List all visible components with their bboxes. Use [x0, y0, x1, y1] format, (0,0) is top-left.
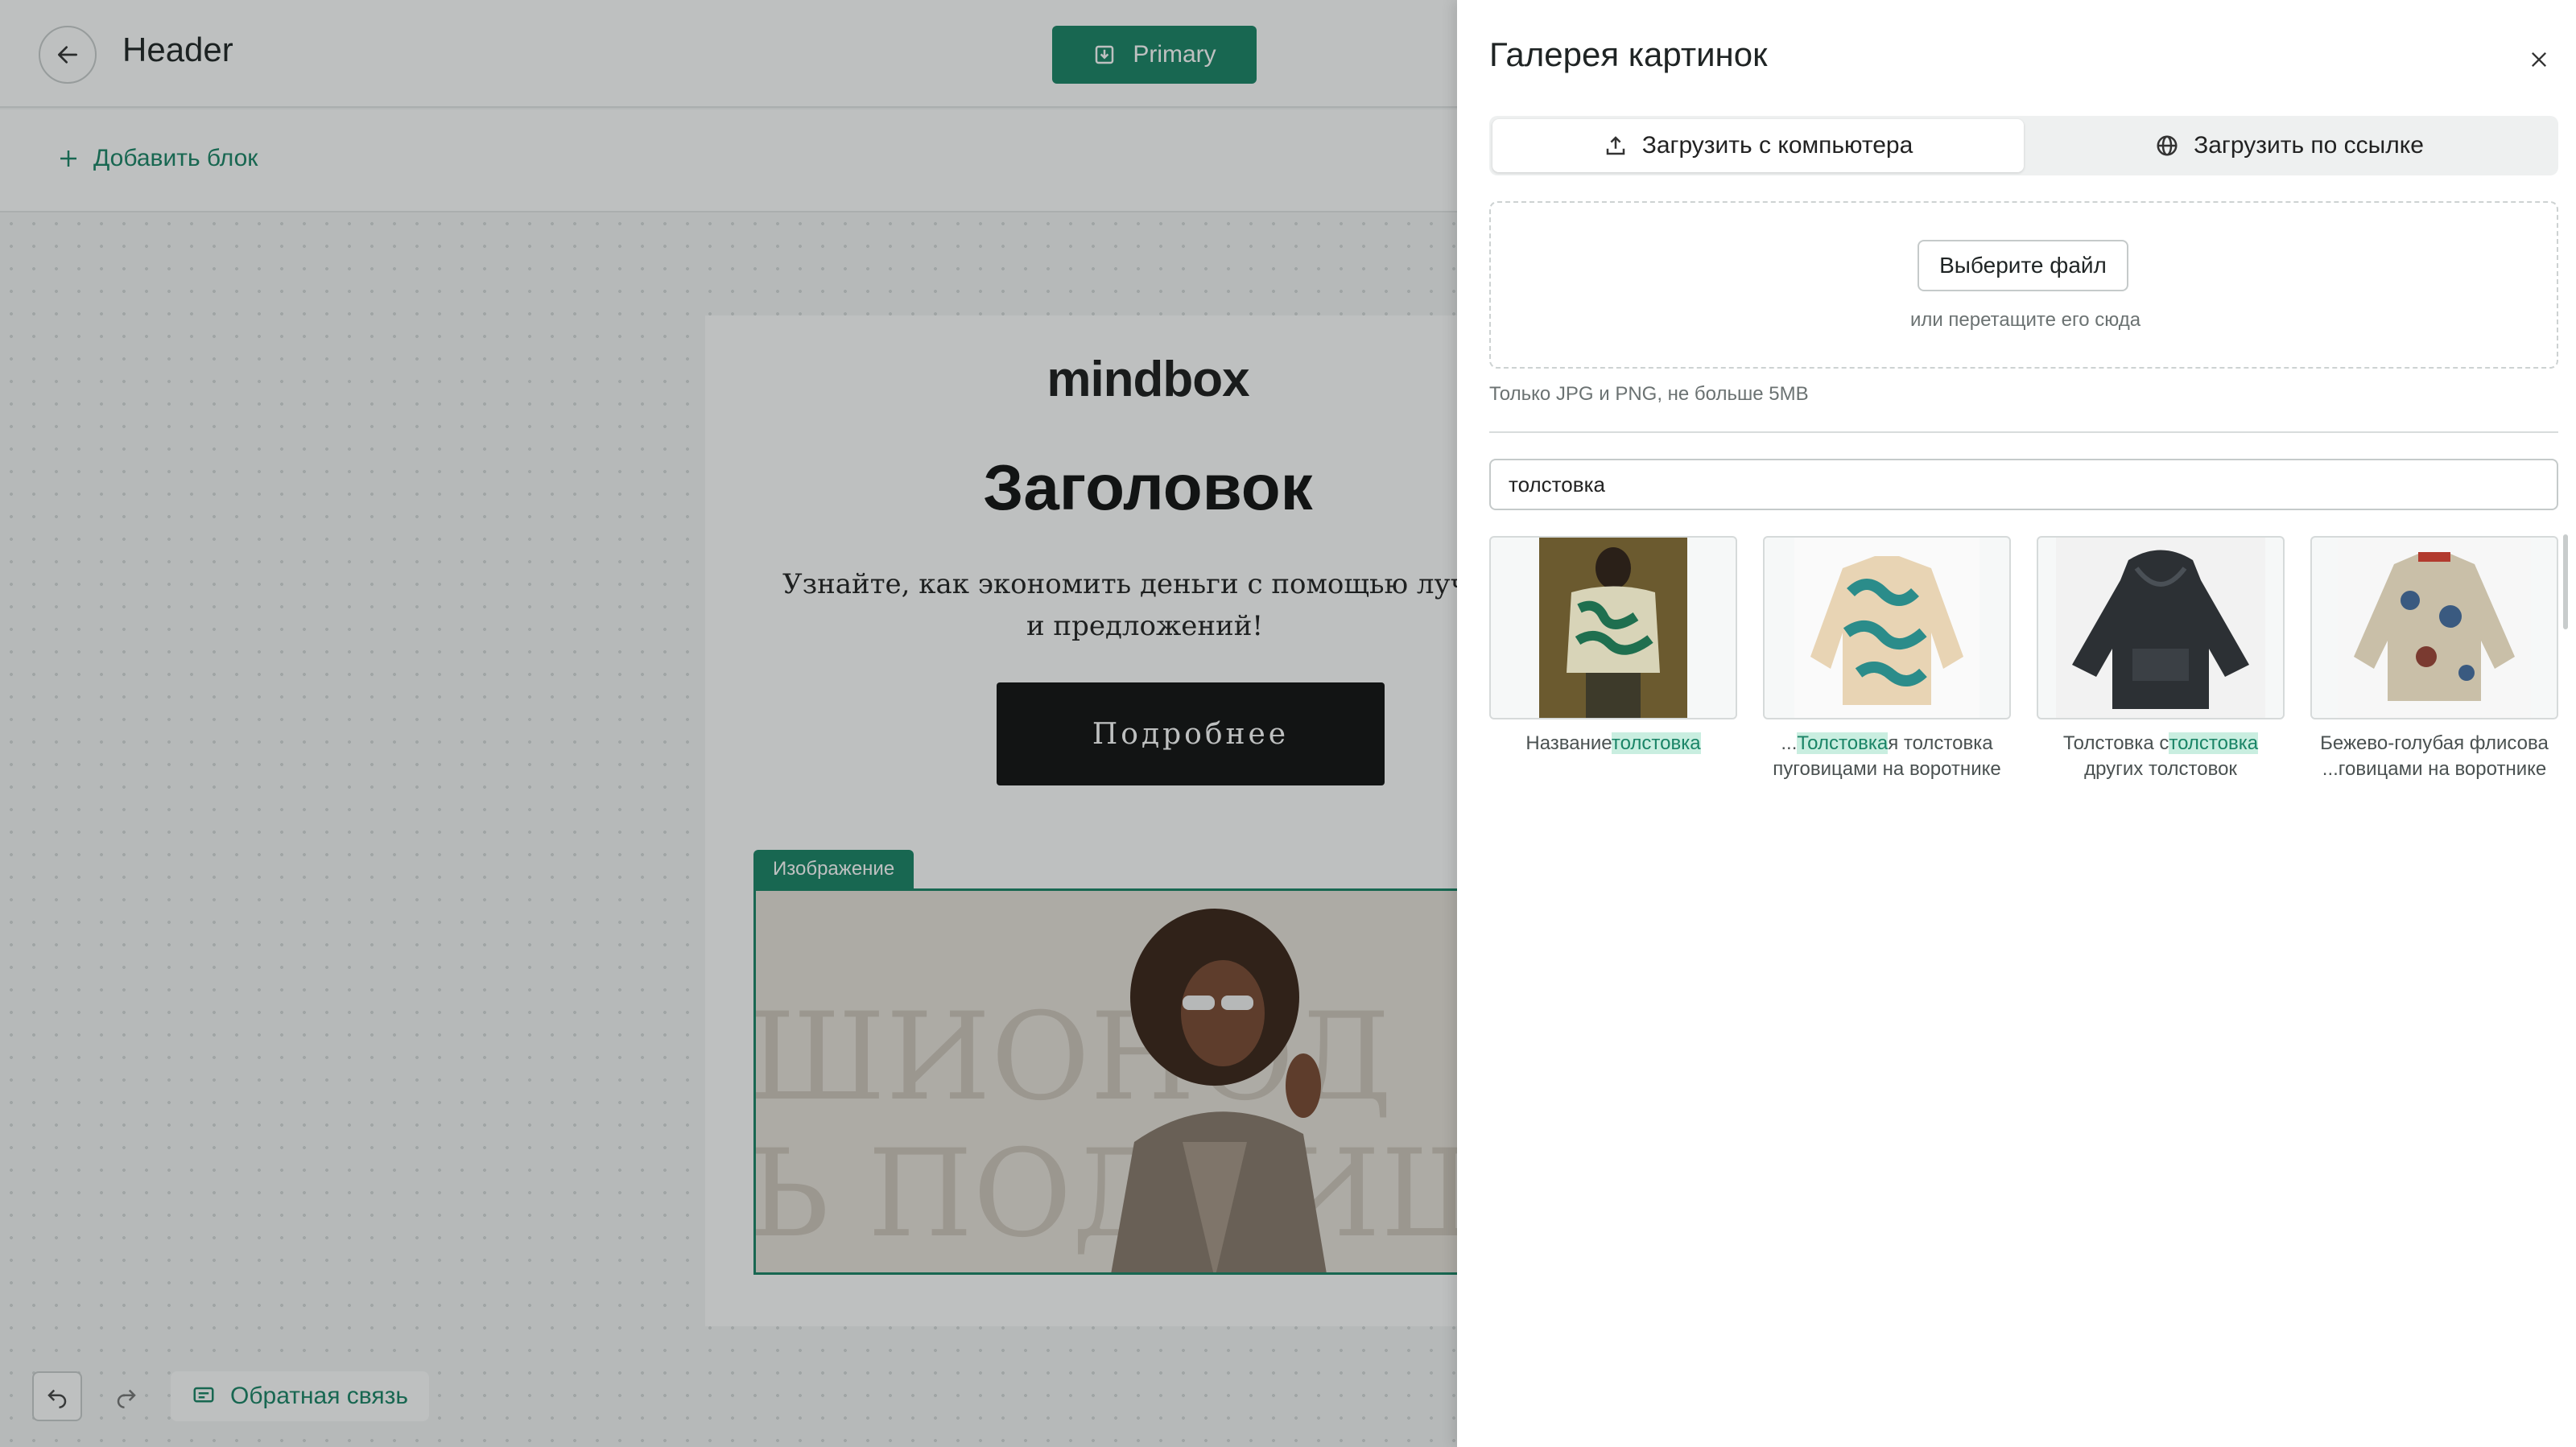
image-grid: Названиетолстовка ...Толстовкая толстовк… — [1489, 536, 2558, 782]
modal-backdrop[interactable] — [0, 0, 1457, 1447]
gallery-thumbnail[interactable] — [2310, 536, 2558, 719]
close-button[interactable] — [2520, 40, 2558, 79]
black-hoodie-photo — [2056, 538, 2265, 718]
gallery-thumbnail[interactable] — [1489, 536, 1737, 719]
globe-icon — [2157, 135, 2178, 156]
tab-link-label: Загрузить по ссылке — [2194, 132, 2424, 159]
divider — [1489, 431, 2558, 433]
floral-fleece-photo — [2338, 538, 2531, 718]
fleece-photo — [1794, 538, 1979, 718]
gallery-item[interactable]: Толстовка столстовка других толстовок — [2037, 536, 2285, 782]
gallery-thumbnail[interactable] — [1763, 536, 2011, 719]
gallery-caption: ...Толстовкая толстовка пуговицами на вор… — [1773, 732, 2001, 780]
gallery-item[interactable]: ...Толстовкая толстовка пуговицами на вор… — [1763, 536, 2011, 782]
hoodie-photo — [1539, 538, 1687, 718]
gallery-caption: Бежево-голубая флисова ...говицами на вор… — [2320, 732, 2549, 780]
upload-icon — [1606, 136, 1624, 155]
panel-title: Галерея картинок — [1489, 35, 1768, 73]
gallery-caption: Толстовка столстовка других толстовок — [2062, 732, 2259, 780]
scrollbar[interactable] — [2563, 534, 2568, 629]
choose-file-button[interactable]: Выберите файл — [1918, 240, 2128, 291]
upload-tabs: Загрузить с компьютера Загрузить по ссыл… — [1489, 116, 2558, 175]
gallery-item[interactable]: Названиетолстовка — [1489, 536, 1737, 782]
tab-upload-link[interactable]: Загрузить по ссылке — [2024, 119, 2555, 172]
gallery-item[interactable]: Бежево-голубая флисова ...говицами на вор… — [2310, 536, 2558, 782]
file-dropzone[interactable]: Выберите файл или перетащите его сюда — [1489, 201, 2558, 369]
close-icon — [2532, 52, 2546, 67]
tab-upload-label: Загрузить с компьютера — [1641, 132, 1913, 159]
gallery-caption: Названиетолстовка — [1525, 732, 1701, 754]
tab-upload-computer[interactable]: Загрузить с компьютера — [1492, 119, 2024, 172]
drop-hint: или перетащите его сюда — [1909, 309, 2141, 331]
gallery-thumbnail[interactable] — [2037, 536, 2285, 719]
image-gallery-panel: Галерея картинок Загрузить с компьютера … — [1457, 0, 2576, 1447]
search-input[interactable] — [1489, 459, 2558, 510]
file-format-hint: Только JPG и PNG, не больше 5MB — [1489, 383, 1809, 405]
